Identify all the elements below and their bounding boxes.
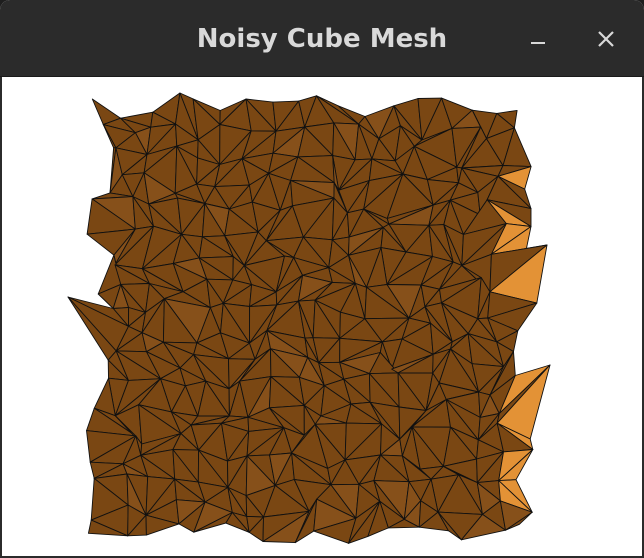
minimize-icon <box>531 42 545 44</box>
title-bar[interactable]: Noisy Cube Mesh <box>0 0 644 77</box>
close-button[interactable] <box>589 22 623 56</box>
close-icon <box>598 31 614 47</box>
window-border-left <box>0 77 2 558</box>
minimize-button[interactable] <box>521 22 555 56</box>
render-viewport[interactable] <box>2 77 642 556</box>
noisy-cube-mesh <box>67 92 551 544</box>
app-window: Noisy Cube Mesh <box>0 0 644 558</box>
